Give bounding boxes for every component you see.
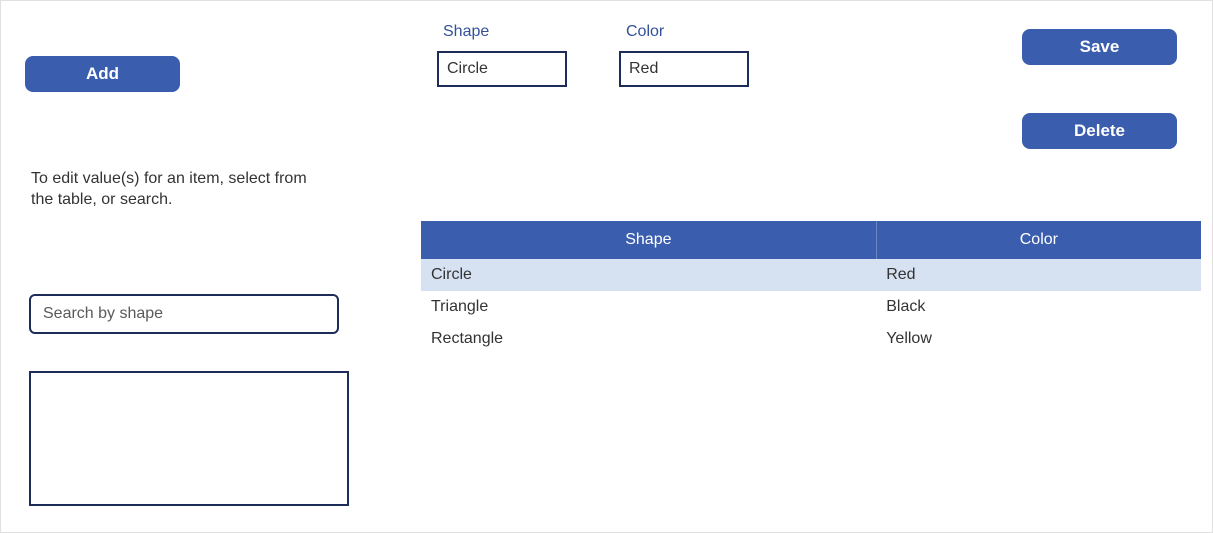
- color-input[interactable]: [619, 51, 749, 87]
- color-field-label: Color: [626, 23, 664, 41]
- delete-button[interactable]: Delete: [1022, 113, 1177, 149]
- table-row[interactable]: CircleRed: [421, 259, 1201, 291]
- add-button[interactable]: Add: [25, 56, 180, 92]
- table-header-shape[interactable]: Shape: [421, 221, 876, 259]
- search-results-listbox[interactable]: [29, 371, 349, 506]
- table-cell-shape: Rectangle: [421, 323, 876, 355]
- table-cell-shape: Triangle: [421, 291, 876, 323]
- search-input[interactable]: [29, 294, 339, 334]
- table-header-color[interactable]: Color: [876, 221, 1201, 259]
- shape-field-label: Shape: [443, 23, 489, 41]
- table-cell-color: Red: [876, 259, 1201, 291]
- table-row[interactable]: TriangleBlack: [421, 291, 1201, 323]
- save-button[interactable]: Save: [1022, 29, 1177, 65]
- help-text: To edit value(s) for an item, select fro…: [31, 169, 331, 211]
- items-table: Shape Color CircleRedTriangleBlackRectan…: [421, 221, 1201, 355]
- table-cell-shape: Circle: [421, 259, 876, 291]
- shape-input[interactable]: [437, 51, 567, 87]
- table-row[interactable]: RectangleYellow: [421, 323, 1201, 355]
- table-cell-color: Yellow: [876, 323, 1201, 355]
- table-cell-color: Black: [876, 291, 1201, 323]
